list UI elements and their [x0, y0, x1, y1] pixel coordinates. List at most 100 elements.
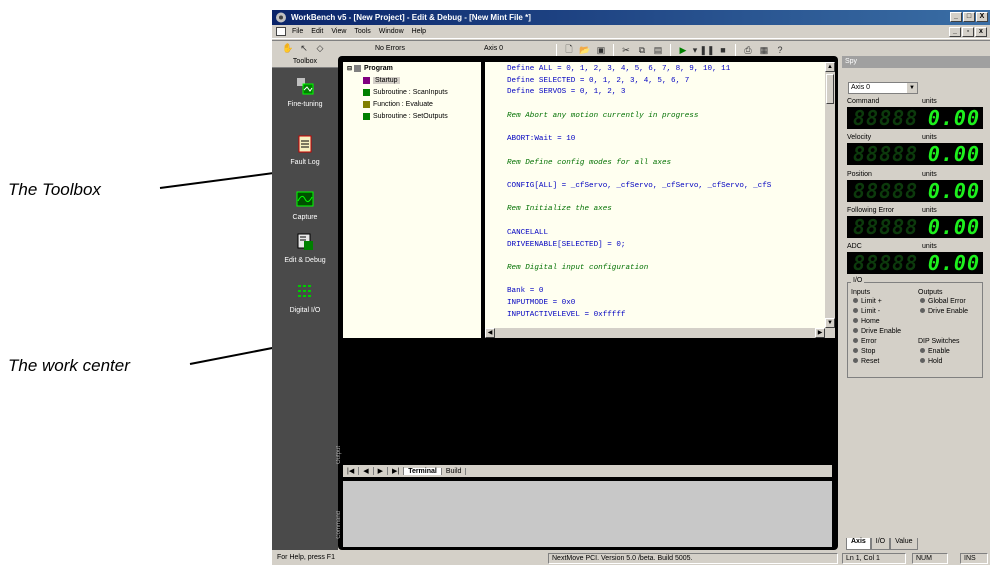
menu-view[interactable]: View	[327, 28, 350, 35]
context-help-icon[interactable]: ?	[772, 45, 788, 55]
paste-icon[interactable]: ▤	[650, 45, 666, 56]
command-window[interactable]	[343, 481, 832, 547]
document-menu-icon[interactable]	[276, 27, 286, 36]
tab-nav-prev[interactable]: ◀	[359, 467, 374, 475]
meter-unit: units	[922, 134, 937, 141]
menu-help[interactable]: Help	[408, 28, 430, 35]
editor-vertical-scrollbar[interactable]: ▲ ▼	[825, 62, 835, 328]
axis-select[interactable]: Axis 0 ▼	[848, 82, 918, 94]
copy-icon[interactable]: ⧉	[634, 45, 650, 56]
tree-root[interactable]: ⊟ Program	[347, 65, 393, 72]
tool-digital-io[interactable]: Digital I/O	[272, 282, 338, 314]
tab-build[interactable]: Build	[442, 467, 467, 475]
print-icon[interactable]: ⎙	[740, 45, 756, 56]
toolbox: Toolbox Fine-tuning Fault Log Capture Ed…	[272, 56, 338, 550]
dip-enable: Enable	[920, 348, 950, 355]
run-dropdown-icon[interactable]: ▾	[691, 45, 699, 56]
print-preview-icon[interactable]: ▦	[756, 45, 772, 56]
led-icon	[853, 298, 858, 303]
output-global-error: Global Error	[920, 298, 966, 305]
code-line: Define SELECTED = 0, 1, 2, 3, 4, 5, 6, 7	[507, 76, 690, 85]
cut-icon[interactable]: ✂	[618, 45, 634, 56]
tab-axis[interactable]: Axis	[846, 538, 871, 550]
maximize-button[interactable]: □	[963, 12, 975, 22]
led-icon	[853, 328, 858, 333]
workbench-window: WorkBench v5 - [New Project] - Edit & De…	[272, 10, 990, 565]
code-line: ABORT:Wait = 10	[507, 135, 576, 144]
status-num-lock: NUM	[912, 553, 948, 564]
hand-icon[interactable]: ✋	[280, 43, 296, 54]
tool-capture[interactable]: Capture	[272, 189, 338, 221]
tab-io[interactable]: I/O	[870, 538, 891, 550]
tree-item-startup[interactable]: Startup	[363, 77, 400, 84]
tab-nav-last[interactable]: ▶|	[388, 467, 405, 475]
output-terminal[interactable]	[343, 346, 832, 476]
menu-tools[interactable]: Tools	[350, 28, 374, 35]
tool-label: Fine-tuning	[287, 101, 323, 108]
work-center: ⊟ Program Startup Subroutine : ScanInput…	[336, 56, 838, 550]
menu-file[interactable]: File	[288, 28, 307, 35]
meter-label: Following Error	[847, 207, 895, 214]
status-controller-version: NextMove PCI. Version 5.0 /beta. Build 5…	[548, 553, 838, 564]
menu-window[interactable]: Window	[375, 28, 408, 35]
eraser-icon[interactable]: ◇	[312, 43, 328, 54]
fine-tuning-icon	[297, 78, 314, 95]
mdi-restore-button[interactable]: ▫	[962, 27, 974, 37]
meter-unit: units	[922, 207, 937, 214]
tool-edit-debug[interactable]: Edit & Debug	[272, 232, 338, 264]
run-icon[interactable]: ▶	[675, 45, 691, 56]
save-icon[interactable]: ▣	[593, 45, 609, 56]
toolbar: ✋ ↖ ◇ No Errors Axis 0 🗋 📂 ▣ ✂ ⧉ ▤ ▶ ▾ ❚…	[272, 40, 990, 56]
input-drive-enable: Drive Enable	[853, 328, 901, 335]
chevron-down-icon[interactable]: ▼	[907, 83, 917, 93]
code-line: Define ALL = 0, 1, 2, 3, 4, 5, 6, 7, 8, …	[507, 65, 731, 73]
dip-title: DIP Switches	[918, 338, 960, 345]
meter-unit: units	[922, 171, 937, 178]
minimize-button[interactable]: _	[950, 12, 962, 22]
stop-icon[interactable]: ■	[715, 45, 731, 55]
tab-nav-next[interactable]: ▶	[374, 467, 388, 475]
status-insert-mode: INS	[960, 553, 988, 564]
edit-debug-icon	[297, 233, 313, 250]
input-limit-plus: Limit +	[853, 298, 882, 305]
meter-unit: units	[922, 243, 937, 250]
open-folder-icon[interactable]: 📂	[577, 45, 593, 56]
following-error-meter: 88888 0.00	[847, 216, 983, 238]
tool-fine-tuning[interactable]: Fine-tuning	[272, 76, 338, 108]
led-icon	[853, 348, 858, 353]
adc-meter: 88888 0.00	[847, 252, 983, 274]
close-button[interactable]: X	[976, 12, 988, 22]
editor-horizontal-scrollbar[interactable]: ◀ ▶	[485, 328, 835, 338]
meter-label: Position	[847, 171, 872, 178]
tab-terminal[interactable]: Terminal	[404, 467, 442, 475]
tool-fault-log[interactable]: Fault Log	[272, 134, 338, 166]
mdi-close-button[interactable]: x	[975, 27, 987, 37]
led-icon	[853, 308, 858, 313]
code-line: Rem Initialize the axes	[507, 205, 612, 214]
status-help: For Help, press F1	[277, 554, 335, 561]
led-icon	[920, 308, 925, 313]
mdi-minimize-button[interactable]: _	[949, 27, 961, 37]
menu-edit[interactable]: Edit	[307, 28, 327, 35]
startup-icon	[363, 77, 370, 84]
menu-bar: File Edit View Tools Window Help _ ▫ x	[272, 25, 990, 39]
tool-label: Digital I/O	[289, 307, 321, 314]
meter-label: Velocity	[847, 134, 872, 141]
tree-item-scaninputs[interactable]: Subroutine : ScanInputs	[363, 89, 448, 96]
code-editor[interactable]: Define ALL = 0, 1, 2, 3, 4, 5, 6, 7, 8, …	[485, 62, 825, 328]
tree-item-evaluate[interactable]: Function : Evaluate	[363, 101, 433, 108]
code-line: CONFIG[ALL] = _cfServo, _cfServo, _cfSer…	[507, 182, 772, 190]
tab-value[interactable]: Value	[890, 538, 918, 550]
inputs-title: Inputs	[851, 289, 871, 296]
pause-icon[interactable]: ❚❚	[699, 45, 715, 56]
tab-nav-first[interactable]: |◀	[343, 467, 360, 475]
code-line: Define SERVOS = 0, 1, 2, 3	[507, 88, 626, 97]
spy-tab-bar: Axis I/O Value	[842, 538, 990, 550]
code-line: INPUTACTIVELEVEL = 0xfffff	[507, 310, 626, 319]
pointer-icon[interactable]: ↖	[296, 43, 312, 54]
toolbox-callout-line	[159, 170, 287, 189]
tree-item-setoutputs[interactable]: Subroutine : SetOutputs	[363, 113, 448, 120]
title-bar: WorkBench v5 - [New Project] - Edit & De…	[272, 10, 990, 25]
code-line: Rem Digital input configuration	[507, 263, 649, 272]
meter-label: ADC	[847, 243, 862, 250]
